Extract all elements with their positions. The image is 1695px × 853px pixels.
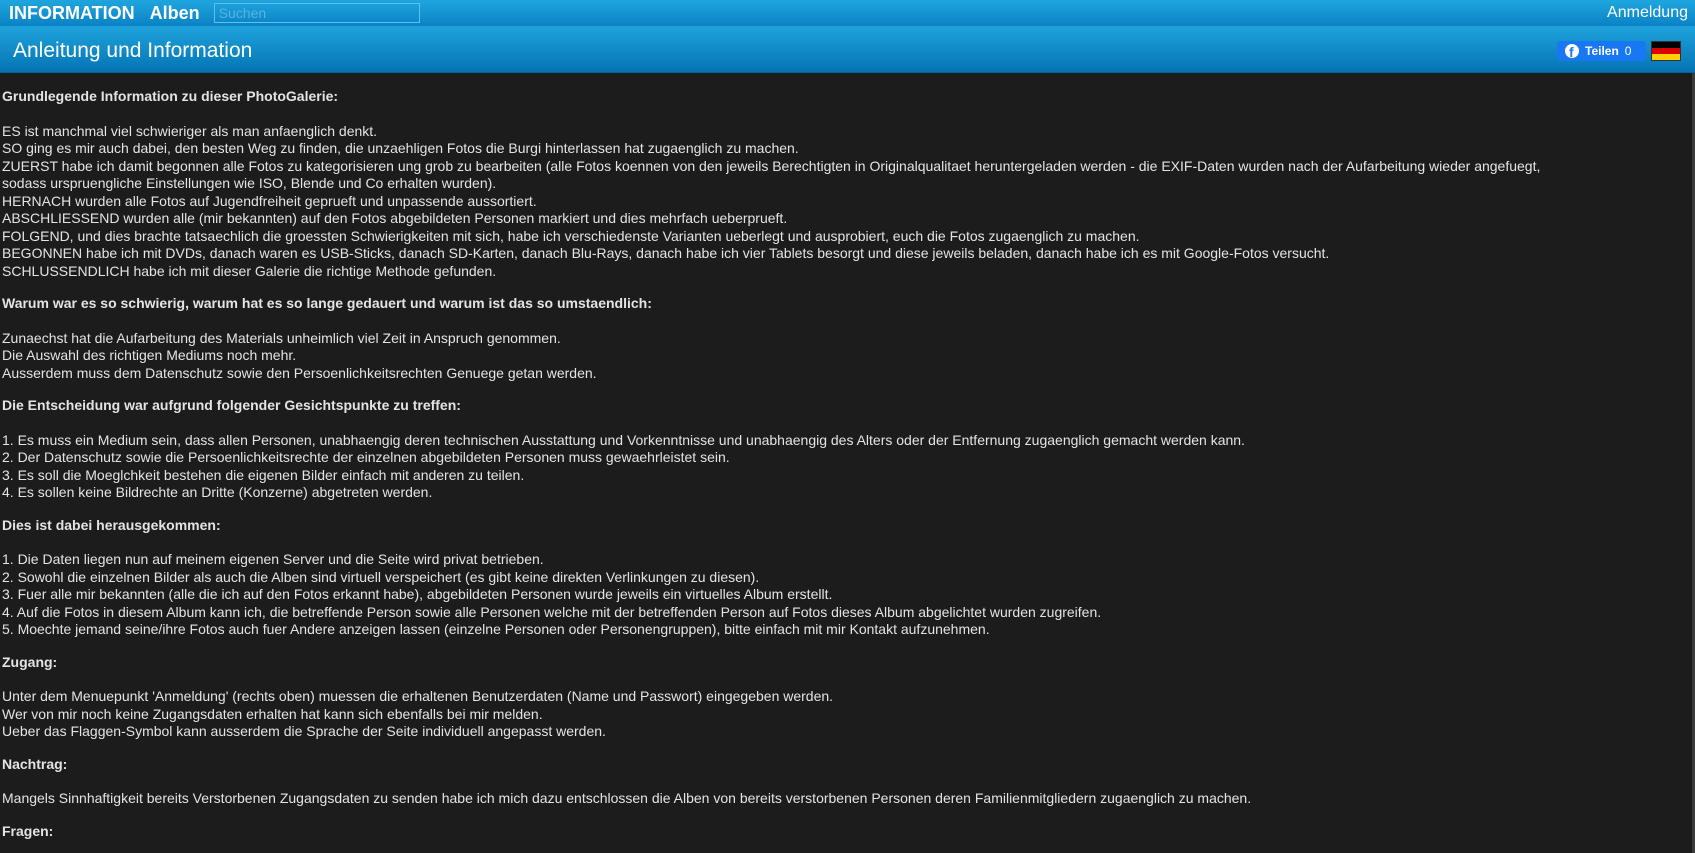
paragraph-line: 5. Moechte jemand seine/ihre Fotos auch … xyxy=(2,621,990,637)
paragraph-line: SO ging es mir auch dabei, den besten We… xyxy=(2,140,799,156)
paragraph-line: ES ist manchmal viel schwieriger als man… xyxy=(2,122,378,139)
information-content: Grundlegende Information zu dieser Photo… xyxy=(0,73,1695,853)
paragraph-line: 1. Die Daten liegen nun auf meinem eigen… xyxy=(2,551,544,567)
page-header: Anleitung und Information f Teilen 0 xyxy=(0,26,1695,73)
paragraph-line: 2. Sowohl die einzelnen Bilder als auch … xyxy=(2,568,760,585)
section-body: 1. Es muss ein Medium sein, dass allen P… xyxy=(2,432,1693,502)
section-heading: Dies ist dabei herausgekommen: xyxy=(2,516,221,533)
search-input[interactable] xyxy=(213,3,420,23)
info-section: Nachtrag: Mangels Sinnhaftigkeit bereits … xyxy=(2,756,1693,808)
section-body: Mangels Sinnhaftigkeit bereits Verstorbe… xyxy=(2,790,1693,808)
paragraph-line: SCHLUSSENDLICH habe ich mit dieser Galer… xyxy=(2,262,497,279)
app-window: INFORMATION Alben Anmeldung Anleitung un… xyxy=(0,0,1695,853)
section-body: Zunaechst hat die Aufarbeitung des Mater… xyxy=(2,330,1693,383)
paragraph-line: 4. Auf die Fotos in diesem Album kann ic… xyxy=(2,603,1102,620)
info-section: Dies ist dabei herausgekommen: 1. Die Dat… xyxy=(2,517,1693,639)
paragraph-line: FOLGEND, und dies brachte tatsaechlich d… xyxy=(2,227,1140,244)
section-heading: Zugang: xyxy=(2,653,58,670)
paragraph-line: 3. Es soll die Moeglchkeit bestehen die … xyxy=(2,466,525,483)
info-section: Die Entscheidung war aufgrund folgender … xyxy=(2,397,1693,502)
german-flag-icon[interactable] xyxy=(1652,42,1680,60)
login-link[interactable]: Anmeldung xyxy=(1607,4,1688,22)
section-heading: Nachtrag: xyxy=(2,755,68,772)
info-section: Fragen:Auch in diesem Fall einfach vertr… xyxy=(2,823,1693,853)
section-heading: Grundlegende Information zu dieser Photo… xyxy=(2,88,339,104)
paragraph-line: Ausserdem muss dem Datenschutz sowie den… xyxy=(2,364,597,381)
paragraph-line: Unter dem Menuepunkt 'Anmeldung' (rechts… xyxy=(2,688,834,704)
info-section: Zugang: Unter dem Menuepunkt 'Anmeldung' … xyxy=(2,654,1693,741)
paragraph-line: BEGONNEN habe ich mit DVDs, danach waren… xyxy=(2,245,1330,261)
section-body: ES ist manchmal viel schwieriger als man… xyxy=(2,123,1693,281)
paragraph-line: ABSCHLIESSEND wurden alle (mir bekannten… xyxy=(2,210,788,226)
info-section: Grundlegende Information zu dieser Photo… xyxy=(2,88,1693,280)
paragraph-line: 1. Es muss ein Medium sein, dass allen P… xyxy=(2,431,1245,448)
section-heading: Die Entscheidung war aufgrund folgender … xyxy=(2,397,461,413)
section-heading: Warum war es so schwierig, warum hat es … xyxy=(2,295,652,311)
paragraph-line: 2. Der Datenschutz sowie die Persoenlich… xyxy=(2,449,730,465)
paragraph-line: sodass urspruengliche Einstellungen wie … xyxy=(2,175,497,191)
paragraph-line: Mangels Sinnhaftigkeit bereits Verstorbe… xyxy=(2,790,1252,806)
share-label: Teilen xyxy=(1585,44,1619,58)
section-body: 1. Die Daten liegen nun auf meinem eigen… xyxy=(2,551,1693,639)
top-navigation-bar: INFORMATION Alben Anmeldung xyxy=(0,0,1695,26)
page-title: Anleitung und Information xyxy=(13,39,253,62)
paragraph-line: Die Auswahl des richtigen Mediums noch m… xyxy=(2,347,297,363)
nav-albums-link[interactable]: Alben xyxy=(150,3,200,24)
info-section: Warum war es so schwierig, warum hat es … xyxy=(2,295,1693,382)
paragraph-line: Ueber das Flaggen-Symbol kann ausserdem … xyxy=(2,723,606,739)
paragraph-line: 4. Es sollen keine Bildrechte an Dritte … xyxy=(2,484,433,500)
facebook-share-button[interactable]: f Teilen 0 xyxy=(1557,41,1646,61)
section-heading: Fragen: xyxy=(2,822,54,839)
paragraph-line: ZUERST habe ich damit begonnen alle Foto… xyxy=(2,157,1541,174)
share-count: 0 xyxy=(1624,44,1632,58)
paragraph-line: HERNACH wurden alle Fotos auf Jugendfrei… xyxy=(2,192,537,209)
paragraph-line: 3. Fuer alle mir bekannten (alle die ich… xyxy=(2,586,833,602)
section-body: Unter dem Menuepunkt 'Anmeldung' (rechts… xyxy=(2,688,1693,741)
paragraph-line: Zunaechst hat die Aufarbeitung des Mater… xyxy=(2,329,561,346)
nav-information-link[interactable]: INFORMATION xyxy=(9,3,135,24)
facebook-icon: f xyxy=(1565,44,1579,58)
paragraph-line: Wer von mir noch keine Zugangsdaten erha… xyxy=(2,705,543,722)
